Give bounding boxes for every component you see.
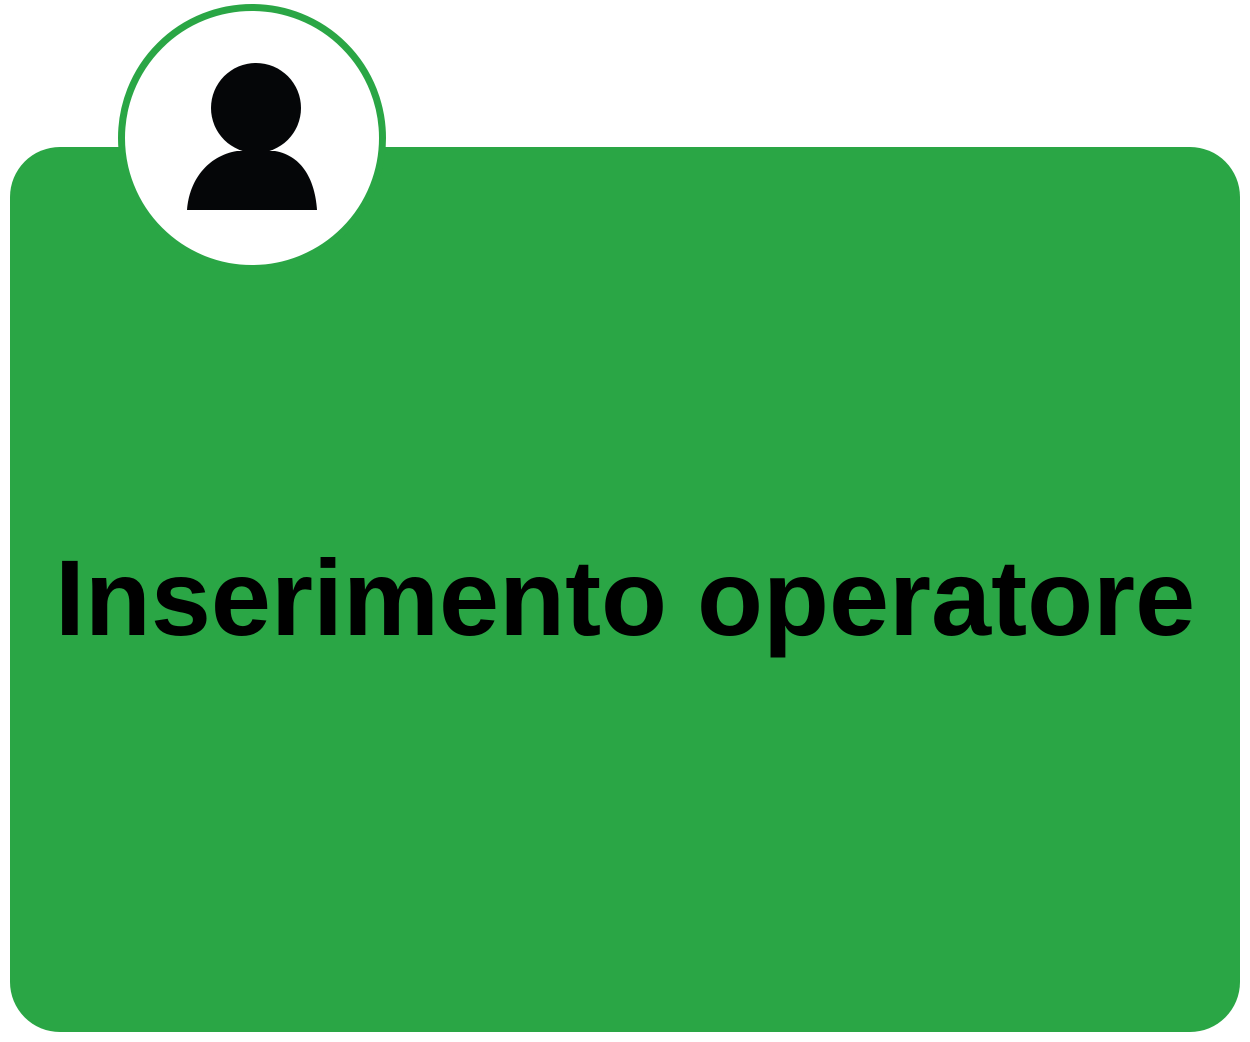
- avatar: [118, 4, 386, 272]
- user-icon: [187, 63, 317, 210]
- card-title: Inserimento operatore: [54, 537, 1196, 658]
- card-title-wrapper: Inserimento operatore: [10, 147, 1240, 1032]
